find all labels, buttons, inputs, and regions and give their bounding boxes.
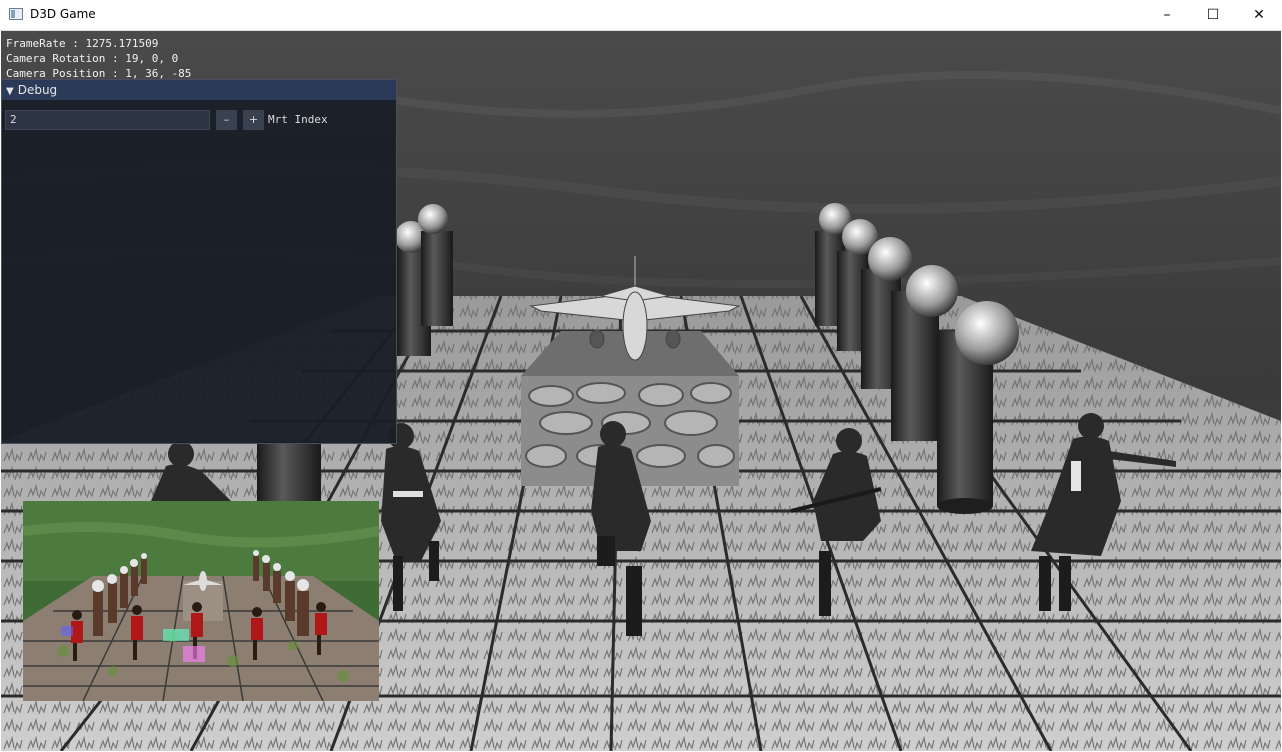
mrt-index-label: Mrt Index [268,113,328,126]
framerate-readout: FrameRate : 1275.171509 [6,37,159,50]
minimize-button[interactable]: – [1144,0,1190,31]
mrt-index-decrement-button[interactable]: – [216,110,237,130]
collapse-arrow-icon[interactable]: ▼ [6,82,14,102]
window-titlebar[interactable]: D3D Game – ☐ ✕ [0,0,1282,31]
mrt-preview-image [23,501,379,701]
camera-rotation-readout: Camera Rotation : 19, 0, 0 [6,52,179,65]
maximize-button[interactable]: ☐ [1190,0,1236,31]
debug-window-header[interactable]: ▼ Debug [2,80,396,100]
mrt-preview-render [23,501,379,701]
debug-window-title: Debug [17,83,58,97]
maximize-icon: ☐ [1206,7,1220,23]
game-viewport[interactable]: FrameRate : 1275.171509 Camera Rotation … [1,31,1281,751]
app-window-icon [9,8,23,20]
mrt-index-increment-button[interactable]: + [243,110,264,130]
debug-window[interactable]: ▼ Debug 2 – + Mrt Index [1,79,397,444]
mrt-index-input[interactable]: 2 [5,110,210,130]
minimize-icon: – [1163,7,1171,23]
close-button[interactable]: ✕ [1236,0,1282,31]
close-icon: ✕ [1253,7,1265,23]
window-title: D3D Game [30,7,96,21]
